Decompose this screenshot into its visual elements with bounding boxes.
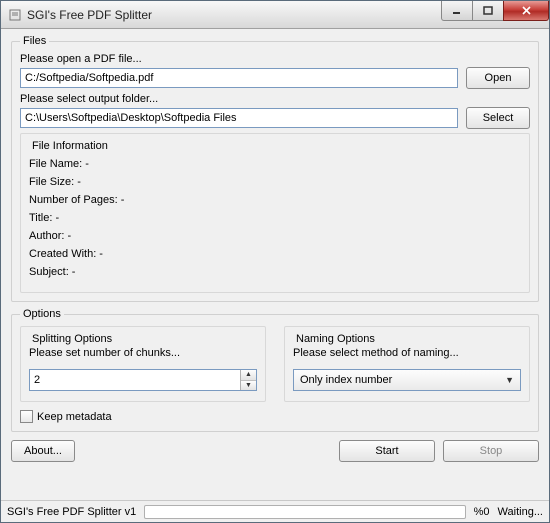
chunks-input[interactable] bbox=[30, 370, 240, 390]
progress-bar bbox=[144, 505, 465, 519]
stop-button[interactable]: Stop bbox=[443, 440, 539, 462]
chevron-down-icon: ▼ bbox=[503, 375, 516, 385]
start-button[interactable]: Start bbox=[339, 440, 435, 462]
window-controls bbox=[442, 1, 549, 28]
info-author: Author: - bbox=[29, 230, 521, 242]
options-group: Options Splitting Options Please set num… bbox=[11, 308, 539, 432]
status-bar: SGI's Free PDF Splitter v1 %0 Waiting... bbox=[1, 500, 549, 522]
about-button[interactable]: About... bbox=[11, 440, 75, 462]
open-prompt: Please open a PDF file... bbox=[20, 53, 530, 65]
status-app: SGI's Free PDF Splitter v1 bbox=[7, 506, 136, 518]
window-title: SGI's Free PDF Splitter bbox=[27, 8, 442, 22]
select-button[interactable]: Select bbox=[466, 107, 530, 129]
naming-value: Only index number bbox=[300, 374, 503, 386]
file-info-group: File Information File Name: - File Size:… bbox=[20, 133, 530, 293]
files-group: Files Please open a PDF file... Open Ple… bbox=[11, 35, 539, 302]
info-filename: File Name: - bbox=[29, 158, 521, 170]
naming-legend: Naming Options bbox=[293, 333, 378, 345]
keep-metadata-label: Keep metadata bbox=[37, 411, 112, 423]
maximize-button[interactable] bbox=[472, 1, 504, 21]
bottom-button-row: About... Start Stop bbox=[11, 440, 539, 462]
info-subject: Subject: - bbox=[29, 266, 521, 278]
info-title: Title: - bbox=[29, 212, 521, 224]
client-area: Files Please open a PDF file... Open Ple… bbox=[1, 29, 549, 500]
splitting-desc: Please set number of chunks... bbox=[29, 347, 257, 359]
info-filesize: File Size: - bbox=[29, 176, 521, 188]
naming-desc: Please select method of naming... bbox=[293, 347, 521, 359]
keep-metadata-checkbox[interactable] bbox=[20, 410, 33, 423]
info-pages: Number of Pages: - bbox=[29, 194, 521, 206]
splitting-legend: Splitting Options bbox=[29, 333, 115, 345]
naming-options-group: Naming Options Please select method of n… bbox=[284, 326, 530, 402]
titlebar[interactable]: SGI's Free PDF Splitter bbox=[1, 1, 549, 29]
status-percent: %0 bbox=[474, 506, 490, 518]
app-icon bbox=[7, 7, 23, 23]
files-legend: Files bbox=[20, 35, 49, 47]
status-state: Waiting... bbox=[498, 506, 543, 518]
open-button[interactable]: Open bbox=[466, 67, 530, 89]
chunks-stepper[interactable]: ▲ ▼ bbox=[29, 369, 257, 391]
options-legend: Options bbox=[20, 308, 64, 320]
naming-select[interactable]: Only index number ▼ bbox=[293, 369, 521, 391]
output-path-input[interactable] bbox=[20, 108, 458, 128]
file-info-legend: File Information bbox=[29, 140, 111, 152]
pdf-path-input[interactable] bbox=[20, 68, 458, 88]
chunks-up-icon[interactable]: ▲ bbox=[241, 370, 256, 381]
output-prompt: Please select output folder... bbox=[20, 93, 530, 105]
close-button[interactable] bbox=[503, 1, 549, 21]
splitting-options-group: Splitting Options Please set number of c… bbox=[20, 326, 266, 402]
minimize-button[interactable] bbox=[441, 1, 473, 21]
app-window: SGI's Free PDF Splitter Files Please ope… bbox=[0, 0, 550, 523]
chunks-down-icon[interactable]: ▼ bbox=[241, 381, 256, 391]
info-created: Created With: - bbox=[29, 248, 521, 260]
